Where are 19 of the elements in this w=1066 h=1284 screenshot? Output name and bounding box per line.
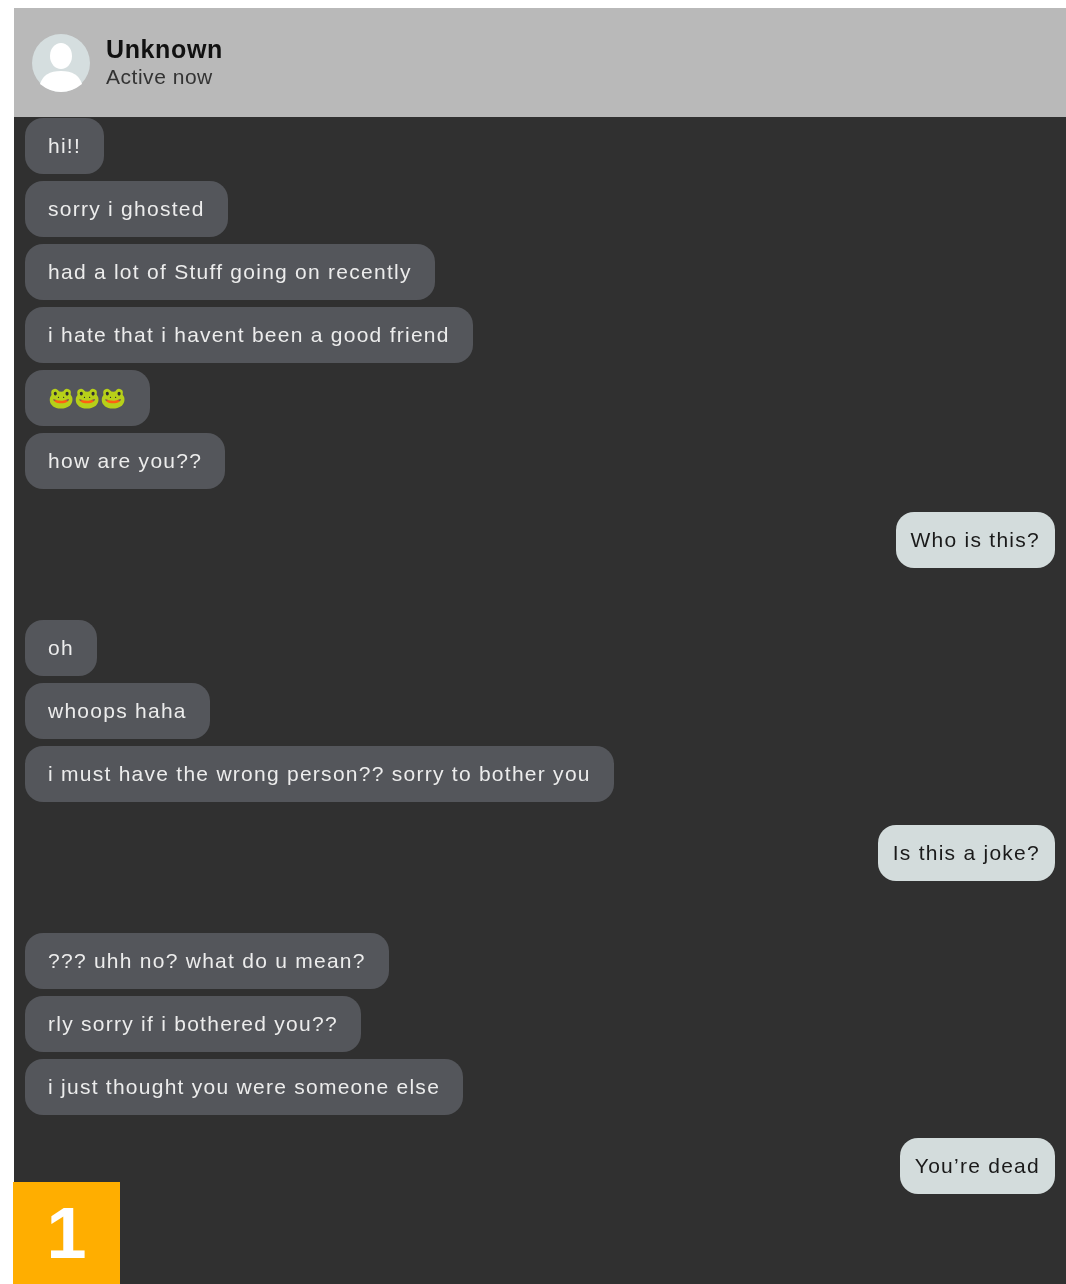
message-bubble: had a lot of Stuff going on recently (25, 244, 435, 300)
contact-status: Active now (106, 63, 214, 90)
message-bubble: i must have the wrong person?? sorry to bother you (25, 746, 614, 802)
message-bubble: hi!! (25, 118, 105, 174)
message-bubble: oh (25, 620, 97, 676)
message-bubble: Is this a joke? (877, 825, 1055, 881)
message-bubble: ??? uhh no? what do u mean? (25, 933, 389, 989)
message-bubble: You’re dead (899, 1138, 1055, 1194)
message-bubble: how are you?? (25, 433, 226, 489)
emoji-bubble: 🐸🐸🐸 (25, 370, 150, 426)
message-bubble: Who is this? (895, 512, 1055, 568)
message-bubble: i just thought you were someone else (25, 1059, 464, 1115)
message-bubble: rly sorry if i bothered you?? (25, 996, 361, 1052)
contact-name: Unknown (106, 34, 223, 63)
avatar-icon (32, 33, 90, 92)
message-bubble: i hate that i havent been a good friend (25, 307, 473, 363)
message-bubble: sorry i ghosted (25, 181, 228, 237)
message-bubble: whoops haha (25, 683, 210, 739)
page-badge: 1 (13, 1182, 120, 1284)
